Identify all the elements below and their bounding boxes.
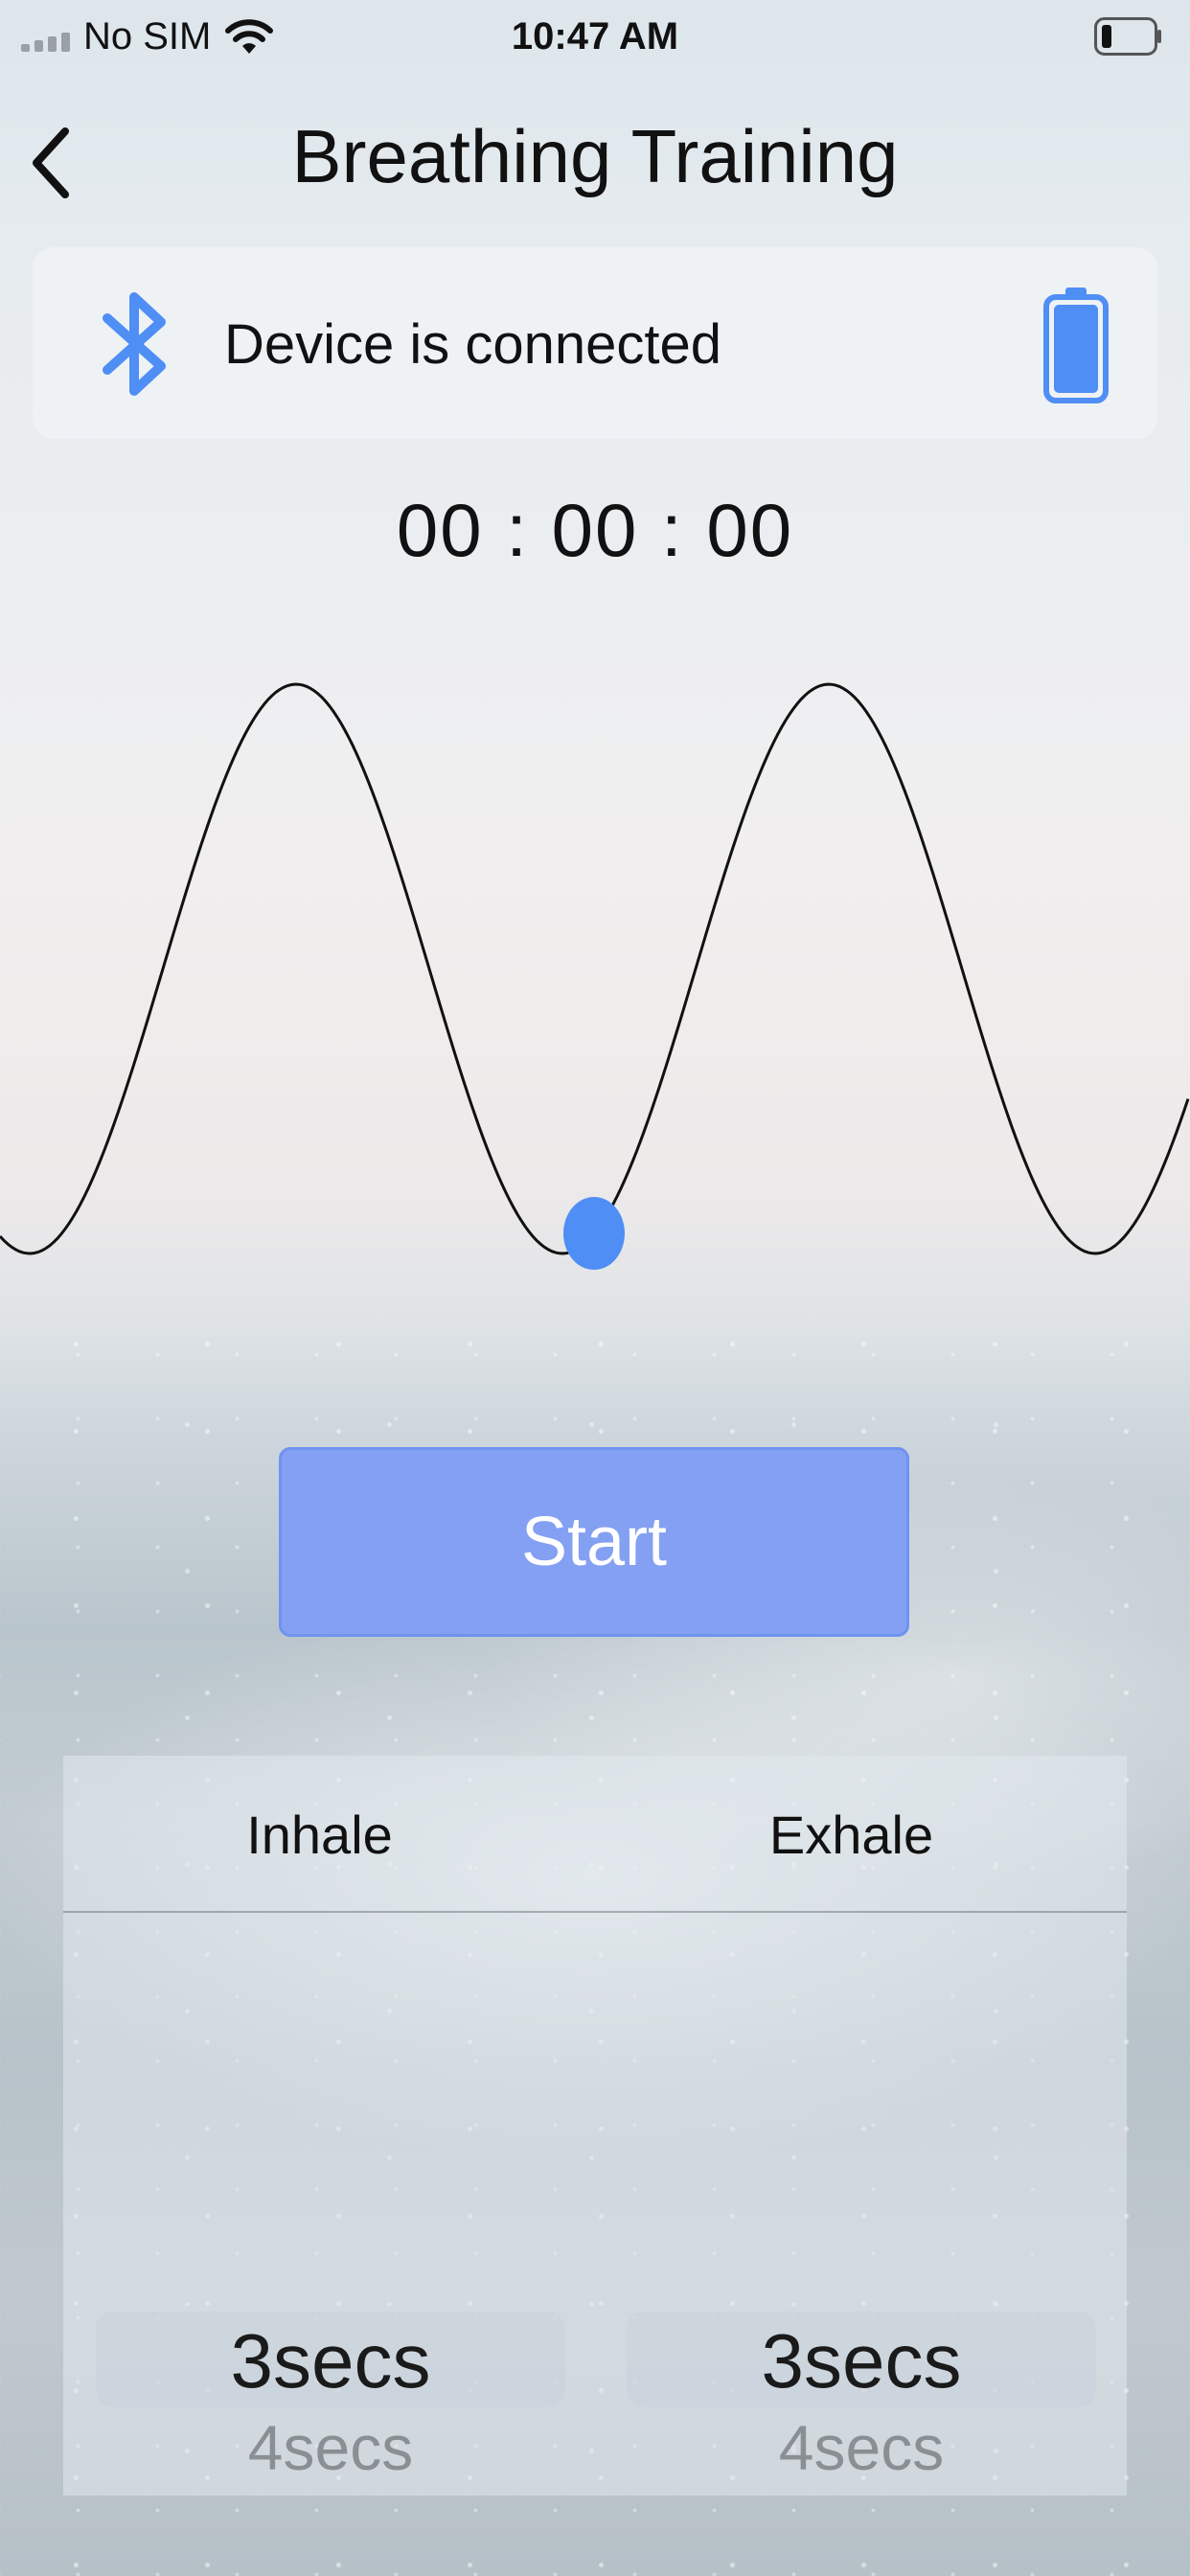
exhale-label: Exhale [768,1805,934,1865]
status-battery-icon [1094,17,1161,56]
status-bar: No SIM 10:47 AM [0,0,1190,80]
exhale-option-selected[interactable]: 3secs [627,2317,1096,2405]
bluetooth-icon [103,292,166,396]
breathing-wave [0,682,1190,1270]
start-button[interactable]: Start [279,1447,909,1637]
page-title: Breathing Training [291,114,899,198]
inhale-label: Inhale [246,1805,393,1865]
inhale-duration-picker[interactable]: 3secs 4secs 5secs 6secs [96,1911,565,2496]
inhale-option-selected[interactable]: 3secs [96,2317,565,2405]
inhale-option[interactable]: 4secs [96,2411,565,2484]
exhale-option[interactable]: 5secs [627,2486,1096,2496]
picker-header: Inhale Exhale [63,1756,1127,1913]
exhale-duration-picker[interactable]: 3secs 4secs 5secs 6secs [627,1911,1096,2496]
breathing-wave-curve [0,682,1190,1255]
device-status-card: Device is connected [33,247,1157,439]
battery-full-icon [1043,288,1109,403]
device-status-text: Device is connected [224,313,722,376]
status-time: 10:47 AM [511,15,679,58]
exhale-option[interactable]: 4secs [627,2411,1096,2484]
inhale-option[interactable]: 5secs [96,2486,565,2496]
breath-duration-picker: Inhale Exhale 3secs 4secs 5secs 6secs 3s… [63,1756,1127,2496]
breath-progress-dot [563,1197,625,1270]
session-timer: 00 : 00 : 00 [396,488,794,572]
